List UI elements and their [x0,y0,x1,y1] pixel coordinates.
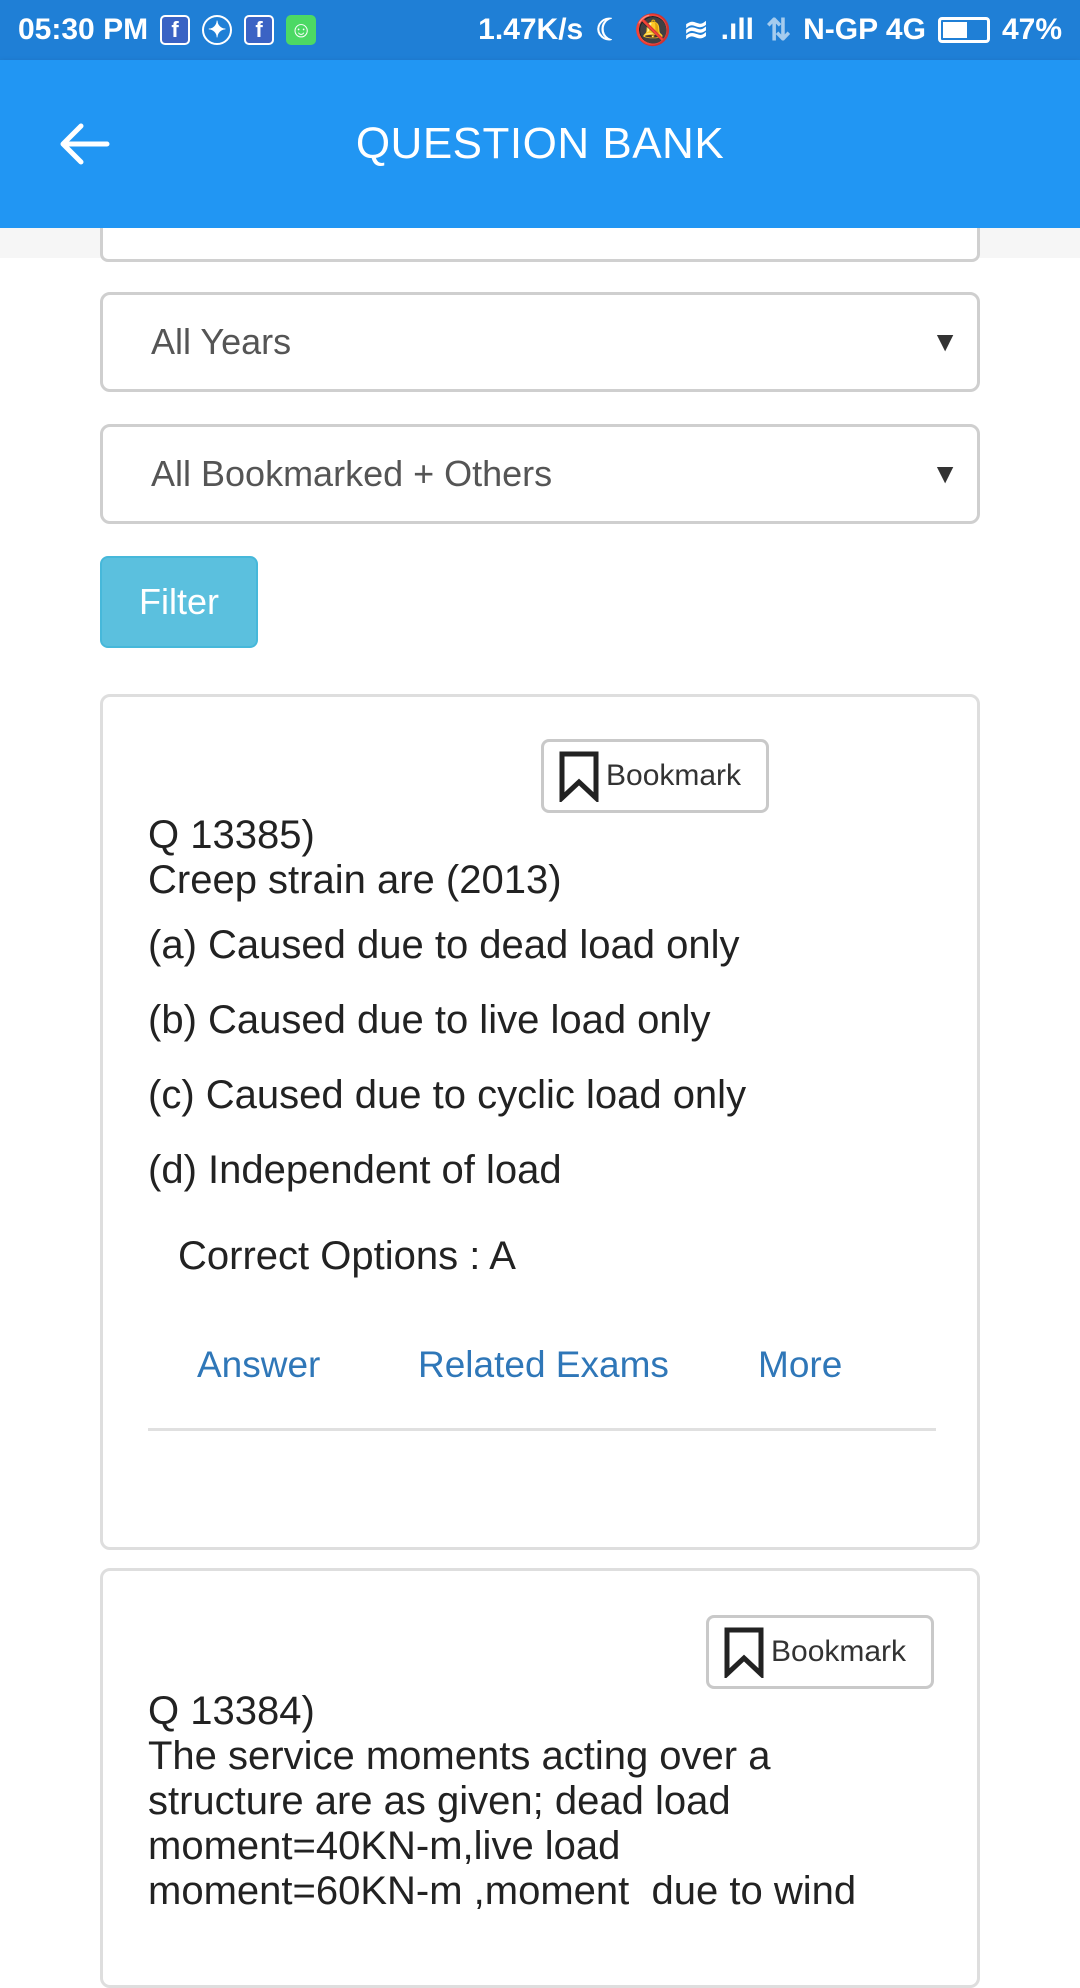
wifi-icon: ≋ [683,13,709,47]
bookmark-button[interactable]: Bookmark [706,1615,934,1689]
app-bar: QUESTION BANK [0,60,1080,228]
question-number: Q 13384) [148,1689,315,1733]
battery-icon [937,17,990,43]
subject-select-partial[interactable] [100,228,980,262]
bookmark-label: Bookmark [606,759,742,792]
question-text: Creep strain are (2013) [148,858,562,902]
option-d[interactable]: (d) Independent of load [148,1148,938,1223]
correct-option: Correct Options : A [178,1234,516,1278]
question-text-line: structure are as given; dead load [148,1779,731,1823]
dropdown-arrow-icon: ▼ [931,458,959,489]
answer-link[interactable]: Answer [197,1344,320,1386]
moon-icon: ☾ [595,13,623,47]
network-speed: 1.47K/s [478,13,584,46]
bookmark-label: Bookmark [771,1635,907,1668]
back-button[interactable] [50,109,120,179]
battery-percent: 47% [1001,13,1062,46]
facebook-notification-icon-2: f [244,15,275,45]
filter-button[interactable]: Filter [100,556,258,648]
question-actions: Answer Related Exams More [103,1344,983,1404]
option-b[interactable]: (b) Caused due to live load only [148,998,938,1073]
question-text-line: moment=60KN-m ,moment due to wind [148,1869,857,1913]
question-card: Bookmark Q 13384) The service moments ac… [100,1568,980,1988]
bookmark-icon [559,751,599,802]
option-a[interactable]: (a) Caused due to dead load only [148,923,938,998]
status-bar: 05:30 PM f ✦ f ☺ 1.47K/s ☾ 🔕 ≋ .ıll ⇅ N-… [0,0,1080,60]
bookmark-button[interactable]: Bookmark [541,739,769,813]
mute-icon: 🔕 [634,13,672,47]
card-divider [148,1428,936,1431]
question-header: Q 13385) Creep strain are (2013) [148,813,938,903]
bookmark-select-value: All Bookmarked + Others [151,453,553,494]
content-area: All Years ▼ All Bookmarked + Others ▼ Fi… [0,228,1080,1988]
related-exams-link[interactable]: Related Exams [418,1344,669,1386]
question-number: Q 13385) [148,813,315,857]
options-list: (a) Caused due to dead load only (b) Cau… [148,923,938,1223]
signal-icon: .ıll [720,13,754,46]
question-text-line: moment=40KN-m,live load [148,1824,621,1868]
option-c[interactable]: (c) Caused due to cyclic load only [148,1073,938,1148]
question-text-line: The service moments acting over a [148,1734,771,1778]
battery-fill [942,22,967,38]
android-notification-icon: ☺ [286,15,317,45]
data-arrows-icon: ⇅ [766,13,792,47]
page-title: QUESTION BANK [355,119,725,168]
arrow-left-icon [60,123,110,165]
dropdown-arrow-icon: ▼ [931,326,959,357]
question-card: Bookmark Q 13385) Creep strain are (2013… [100,694,980,1550]
bookmark-select[interactable]: All Bookmarked + Others ▼ [100,424,980,524]
messenger-notification-icon: ✦ [202,15,233,45]
year-select-value: All Years [151,321,292,362]
status-right: 1.47K/s ☾ 🔕 ≋ .ıll ⇅ N-GP 4G 47% [478,13,1062,48]
facebook-notification-icon: f [160,15,191,45]
year-select[interactable]: All Years ▼ [100,292,980,392]
bookmark-icon [724,1627,764,1678]
question-header: Q 13384) The service moments acting over… [148,1689,938,1914]
more-link[interactable]: More [758,1344,842,1386]
status-left: 05:30 PM f ✦ f ☺ [18,13,317,47]
carrier-label: N-GP 4G [803,13,926,46]
status-time: 05:30 PM [18,13,149,46]
